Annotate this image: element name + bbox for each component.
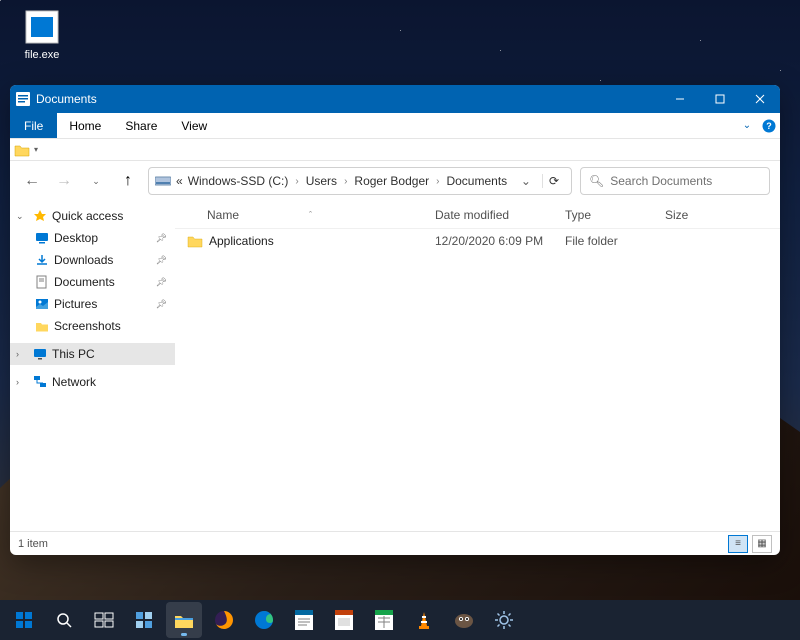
taskbar-firefox[interactable] <box>206 602 242 638</box>
menu-home[interactable]: Home <box>57 113 113 138</box>
folder-icon <box>187 233 203 249</box>
taskbar-gimp[interactable] <box>446 602 482 638</box>
forward-button[interactable]: → <box>52 169 76 193</box>
file-name: Applications <box>209 234 274 248</box>
file-date: 12/20/2020 6:09 PM <box>435 234 565 248</box>
sidebar-item-documents[interactable]: Documents📌︎ <box>10 271 175 293</box>
refresh-button[interactable]: ⟳ <box>542 174 565 188</box>
thumbnails-view-button[interactable]: ▦ <box>752 535 772 553</box>
window-title: Documents <box>36 92 660 106</box>
column-size[interactable]: Size <box>665 208 780 222</box>
breadcrumb[interactable]: Roger Bodger <box>354 174 429 188</box>
ribbon-collapse-icon[interactable]: ⌄ <box>736 113 758 138</box>
sidebar-item-desktop[interactable]: Desktop📌︎ <box>10 227 175 249</box>
taskbar-libreoffice-writer[interactable] <box>286 602 322 638</box>
taskbar-libreoffice-calc[interactable] <box>366 602 402 638</box>
sidebar-item-downloads[interactable]: Downloads📌︎ <box>10 249 175 271</box>
menu-share[interactable]: Share <box>113 113 169 138</box>
menubar: File Home Share View ⌄ ? <box>10 113 780 139</box>
chevron-right-icon: › <box>16 377 28 387</box>
column-date[interactable]: Date modified <box>435 208 565 222</box>
chevron-right-icon: › <box>436 176 439 187</box>
close-button[interactable] <box>740 85 780 113</box>
desktop-icon-file-exe[interactable]: file.exe <box>12 8 72 61</box>
sidebar-item-pictures[interactable]: Pictures📌︎ <box>10 293 175 315</box>
chevron-down-icon: ⌄ <box>16 211 28 222</box>
path-dropdown-icon[interactable]: ⌄ <box>515 174 537 188</box>
titlebar[interactable]: Documents <box>10 85 780 113</box>
menu-file[interactable]: File <box>10 113 57 138</box>
task-view-button[interactable] <box>86 602 122 638</box>
sort-indicator-icon: ˆ <box>309 210 312 220</box>
desktop-icon <box>34 230 50 246</box>
breadcrumb[interactable]: Documents <box>446 174 507 188</box>
qat-chevron-icon[interactable]: ▾ <box>34 145 38 154</box>
maximize-button[interactable] <box>700 85 740 113</box>
pc-icon <box>32 346 48 362</box>
column-headers: Nameˆ Date modified Type Size <box>175 201 780 229</box>
recent-dropdown-icon[interactable]: ⌄ <box>84 169 108 193</box>
desktop-icon-label: file.exe <box>12 49 72 61</box>
search-button[interactable] <box>46 602 82 638</box>
up-button[interactable]: ↑ <box>116 169 140 193</box>
column-name[interactable]: Nameˆ <box>175 208 435 222</box>
search-input[interactable]: 🔍︎ Search Documents <box>580 167 770 195</box>
minimize-button[interactable] <box>660 85 700 113</box>
menu-view[interactable]: View <box>169 113 219 138</box>
breadcrumb[interactable]: Windows-SSD (C:) <box>188 174 289 188</box>
file-type: File folder <box>565 234 665 248</box>
sidebar-quick-access[interactable]: ⌄ Quick access <box>10 205 175 227</box>
pin-icon: 📌︎ <box>156 233 167 244</box>
pin-icon: 📌︎ <box>156 277 167 288</box>
sidebar-this-pc[interactable]: › This PC <box>10 343 175 365</box>
folder-icon <box>34 318 50 334</box>
svg-text:?: ? <box>766 121 772 131</box>
status-text: 1 item <box>18 538 48 550</box>
downloads-icon <box>34 252 50 268</box>
taskbar-edge[interactable] <box>246 602 282 638</box>
folder-icon[interactable] <box>14 142 30 158</box>
exe-icon <box>23 8 61 46</box>
search-icon: 🔍︎ <box>589 174 604 188</box>
taskbar-vlc[interactable] <box>406 602 442 638</box>
sidebar-item-screenshots[interactable]: Screenshots <box>10 315 175 337</box>
chevron-right-icon: › <box>344 176 347 187</box>
taskbar-explorer[interactable] <box>166 602 202 638</box>
path-prefix: « <box>176 174 183 188</box>
network-icon <box>32 374 48 390</box>
file-area: Nameˆ Date modified Type Size Applicatio… <box>175 201 780 531</box>
widgets-button[interactable] <box>126 602 162 638</box>
back-button[interactable]: ← <box>20 169 44 193</box>
taskbar-settings[interactable] <box>486 602 522 638</box>
pin-icon: 📌︎ <box>156 255 167 266</box>
documents-icon <box>16 92 30 106</box>
quick-access-toolbar: ▾ <box>10 139 780 161</box>
column-type[interactable]: Type <box>565 208 665 222</box>
sidebar-network[interactable]: › Network <box>10 371 175 393</box>
start-button[interactable] <box>6 602 42 638</box>
documents-icon <box>34 274 50 290</box>
sidebar: ⌄ Quick access Desktop📌︎ Downloads📌︎ Doc… <box>10 201 175 531</box>
status-bar: 1 item ≡ ▦ <box>10 531 780 555</box>
drive-icon <box>155 175 171 187</box>
chevron-right-icon: › <box>16 349 28 359</box>
star-icon <box>32 208 48 224</box>
file-row[interactable]: Applications 12/20/2020 6:09 PM File fol… <box>175 229 780 253</box>
breadcrumb[interactable]: Users <box>306 174 337 188</box>
chevron-right-icon: › <box>295 176 298 187</box>
pin-icon: 📌︎ <box>156 299 167 310</box>
taskbar <box>0 600 800 640</box>
search-placeholder: Search Documents <box>610 174 712 188</box>
address-bar-row: ← → ⌄ ↑ « Windows-SSD (C:) › Users › Roger… <box>10 161 780 201</box>
taskbar-libreoffice-impress[interactable] <box>326 602 362 638</box>
help-button[interactable]: ? <box>758 113 780 138</box>
details-view-button[interactable]: ≡ <box>728 535 748 553</box>
address-bar[interactable]: « Windows-SSD (C:) › Users › Roger Bodger ›… <box>148 167 572 195</box>
pictures-icon <box>34 296 50 312</box>
explorer-window: Documents File Home Share View ⌄ ? ▾ ← →… <box>10 85 780 555</box>
